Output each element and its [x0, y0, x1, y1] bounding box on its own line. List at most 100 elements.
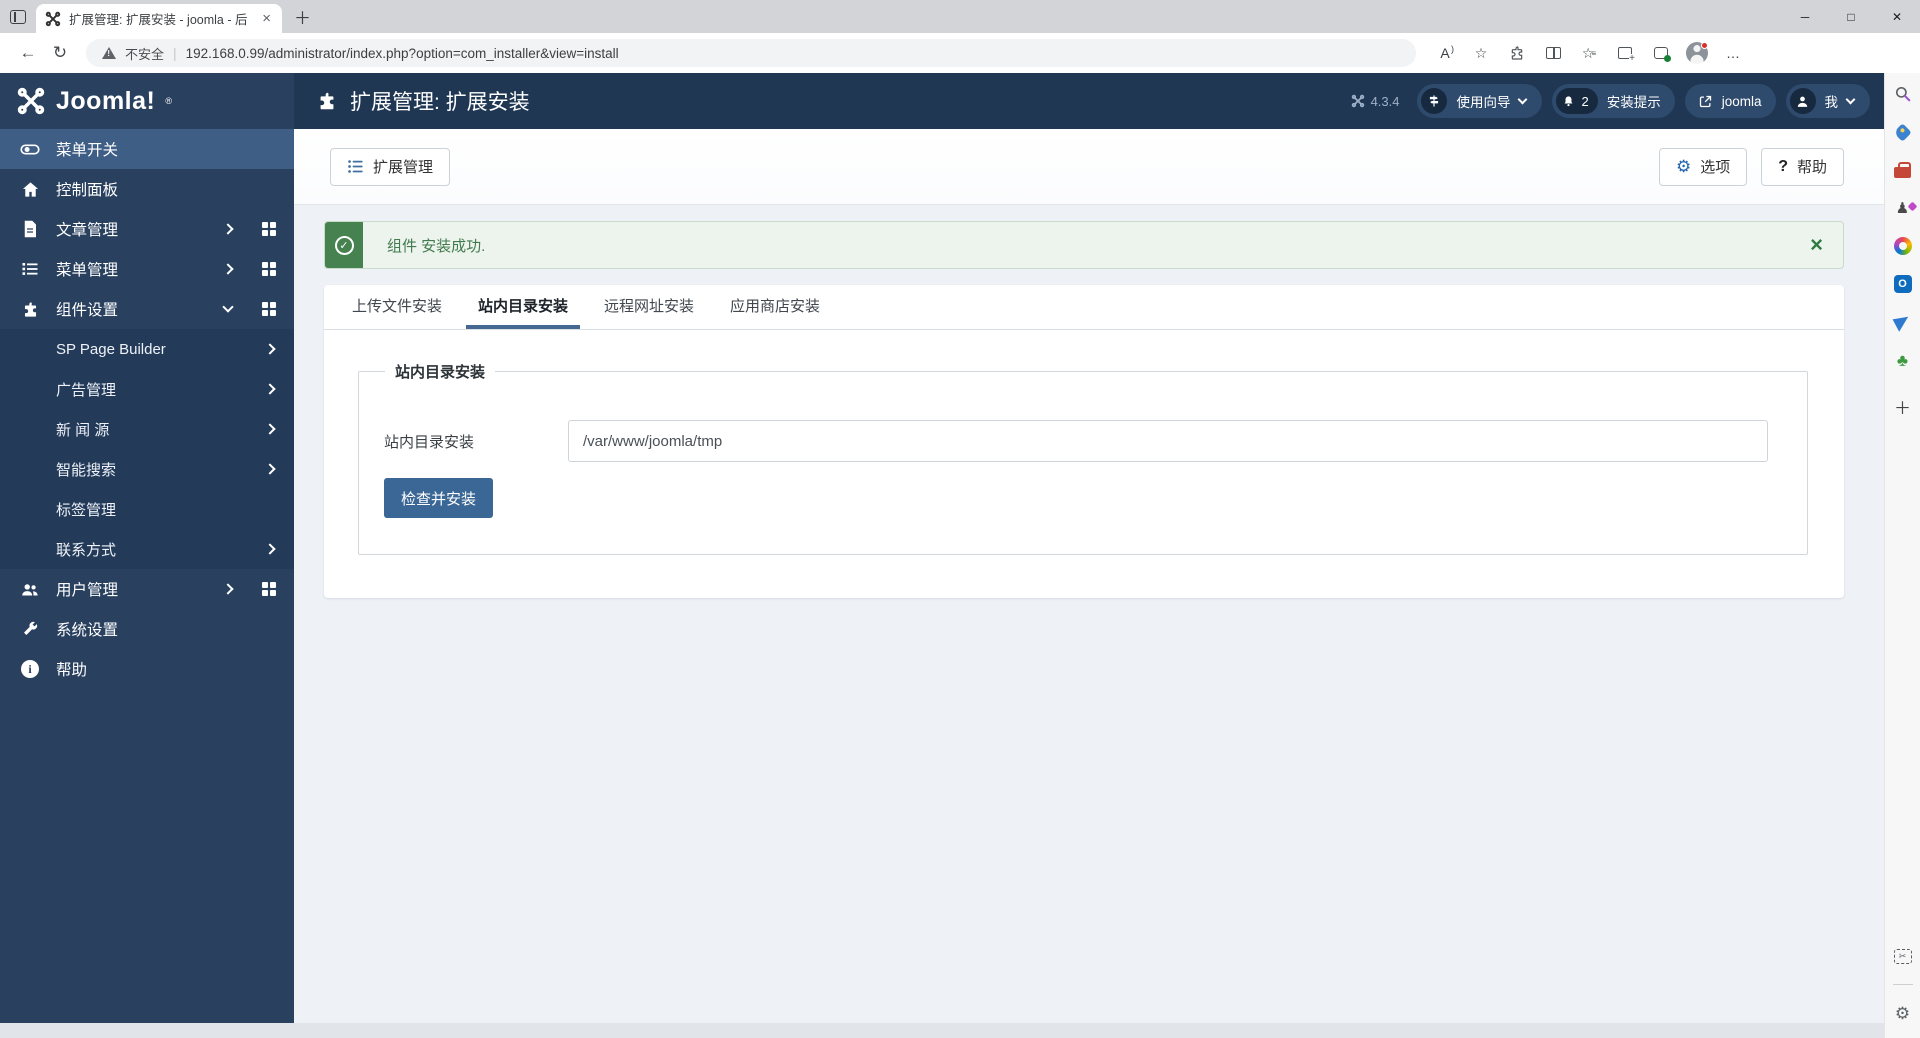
extension-manager-button[interactable]: 扩展管理 — [330, 147, 451, 186]
tree-icon[interactable]: ♣ — [1885, 341, 1920, 379]
alert-close-icon[interactable]: × — [1810, 234, 1823, 256]
sidebar-item-label: 文章管理 — [56, 222, 119, 239]
security-label: 不安全 — [125, 46, 165, 62]
new-tab-button[interactable]: ＋ — [294, 10, 311, 27]
screenshot-icon[interactable]: ✂ — [1885, 937, 1920, 975]
tab-install-from-folder[interactable]: 站内目录安装 — [466, 285, 581, 329]
tab-list-button[interactable] — [0, 0, 36, 33]
sidebar-subitem-label: 智能搜索 — [56, 461, 117, 479]
app-region: Joomla! ® 菜单开关 控制面板 文章管理 菜单管理 组件设置 SP Pa… — [0, 73, 1920, 1038]
m365-ring-glyph — [1893, 237, 1912, 255]
window-minimize-button[interactable]: ─ — [1782, 0, 1828, 33]
url-field[interactable]: 不安全 | 192.168.0.99/administrator/index.p… — [86, 39, 1416, 67]
browser-essentials-icon[interactable] — [1646, 39, 1676, 67]
chevron-right-icon — [222, 263, 234, 275]
outlook-glyph: O — [1893, 275, 1912, 293]
notification-dot — [1701, 42, 1708, 49]
joomla-version-icon — [1351, 94, 1364, 108]
chevron-right-icon — [264, 383, 276, 395]
divider — [1892, 984, 1913, 985]
info-icon — [20, 660, 40, 678]
sidebar-subitem-sp-page-builder[interactable]: SP Page Builder — [0, 329, 294, 369]
sidebar-item-components[interactable]: 组件设置 — [0, 289, 294, 329]
tab-title: 扩展管理: 扩展安装 - joomla - 后 — [69, 13, 248, 27]
chevron-right-icon — [222, 223, 234, 235]
grid-icon[interactable] — [262, 262, 276, 276]
options-button[interactable]: ⚙ 选项 — [1658, 147, 1748, 186]
guided-tour-button[interactable]: 使用向导 — [1417, 84, 1543, 118]
list-icon — [20, 260, 40, 278]
tab-install-from-url[interactable]: 远程网址安装 — [592, 285, 706, 329]
user-menu-button[interactable]: 我 — [1785, 84, 1870, 118]
grid-icon[interactable] — [262, 582, 276, 596]
joomla-logo[interactable]: Joomla! ® — [0, 73, 294, 129]
help-button[interactable]: ? 帮助 — [1761, 147, 1844, 186]
url-text: 192.168.0.99/administrator/index.php?opt… — [185, 45, 619, 61]
sidebar-item-system[interactable]: 系统设置 — [0, 609, 294, 649]
add-sidebar-item-icon[interactable]: ＋ — [1885, 389, 1920, 427]
tab-list-icon — [10, 9, 26, 24]
browser-menu-icon[interactable]: … — [1718, 39, 1748, 67]
collections-glyph — [1618, 47, 1635, 64]
grid-icon[interactable] — [262, 302, 276, 316]
sidebar-subitem-smart-search[interactable]: 智能搜索 — [0, 449, 294, 489]
sidebar-item-help[interactable]: 帮助 — [0, 649, 294, 689]
sidebar-item-menu-toggle[interactable]: 菜单开关 — [0, 129, 294, 169]
browser-tab[interactable]: 扩展管理: 扩展安装 - joomla - 后 × — [36, 4, 282, 33]
puzzle-icon — [20, 300, 40, 319]
sidebar-subitem-news-feeds[interactable]: 新 闻 源 — [0, 409, 294, 449]
read-aloud-icon[interactable]: A — [1430, 39, 1460, 67]
not-secure-warning-icon — [102, 47, 116, 59]
split-screen-icon[interactable] — [1538, 39, 1568, 67]
bell-badge: 2 — [1556, 88, 1598, 114]
user-icon — [1789, 88, 1816, 114]
sidebar-item-label: 菜单开关 — [56, 142, 119, 159]
sidebar-item-menus[interactable]: 菜单管理 — [0, 249, 294, 289]
joomla-favicon-icon — [45, 11, 61, 27]
browser-essentials-glyph — [1654, 47, 1671, 62]
options-label: 选项 — [1700, 159, 1731, 176]
url-divider: | — [173, 45, 177, 61]
page-content: ✓ 组件 安装成功. × 上传文件安装 站内目录安装 远程网址安装 应用商店安装… — [294, 205, 1884, 1038]
sidebar-subitem-tags[interactable]: 标签管理 — [0, 489, 294, 529]
gear-glyph: ⚙ — [1894, 1003, 1911, 1023]
tab-close-icon[interactable]: × — [260, 11, 273, 26]
grid-icon[interactable] — [262, 222, 276, 236]
sidebar-subitem-contacts[interactable]: 联系方式 — [0, 529, 294, 569]
tab-upload-package[interactable]: 上传文件安装 — [340, 285, 454, 329]
wrench-icon — [20, 620, 40, 638]
drop-icon[interactable] — [1885, 303, 1920, 341]
collections-icon[interactable] — [1610, 39, 1640, 67]
preview-site-button[interactable]: joomla — [1684, 84, 1776, 118]
window-controls: ─ □ ✕ — [1782, 0, 1920, 33]
outlook-icon[interactable]: O — [1885, 265, 1920, 303]
sidebar-item-label: 系统设置 — [56, 622, 119, 639]
screen: 扩展管理: 扩展安装 - joomla - 后 × ＋ ─ □ ✕ ← ↻ 不安… — [0, 0, 1920, 1038]
tab-install-from-web[interactable]: 应用商店安装 — [718, 285, 832, 329]
microsoft-365-icon[interactable] — [1885, 227, 1920, 265]
window-maximize-button[interactable]: □ — [1828, 0, 1874, 33]
post-install-messages-button[interactable]: 2 安装提示 — [1552, 84, 1675, 118]
refresh-button[interactable]: ↻ — [44, 43, 76, 63]
search-icon[interactable] — [1885, 75, 1920, 113]
sidebar-settings-icon[interactable]: ⚙ — [1885, 994, 1920, 1032]
sidebar-subitem-label: 联系方式 — [56, 541, 117, 559]
tools-icon[interactable] — [1885, 151, 1920, 189]
sidebar-item-users[interactable]: 用户管理 — [0, 569, 294, 609]
sidebar-item-control-panel[interactable]: 控制面板 — [0, 169, 294, 209]
install-folder-input[interactable] — [568, 420, 1768, 462]
list-icon — [348, 160, 363, 173]
back-button[interactable]: ← — [12, 43, 44, 63]
favorite-star-icon[interactable]: ☆ — [1466, 39, 1496, 67]
sidebar-subitem-banners[interactable]: 广告管理 — [0, 369, 294, 409]
profile-avatar[interactable] — [1682, 39, 1712, 67]
favorites-bar-icon[interactable]: ☆ ≡ — [1574, 39, 1604, 67]
games-icon[interactable]: ♟ — [1885, 189, 1920, 227]
sidebar-item-articles[interactable]: 文章管理 — [0, 209, 294, 249]
chevron-down-icon — [222, 301, 234, 313]
joomla-logo-text: Joomla! — [56, 86, 156, 115]
extensions-icon[interactable] — [1502, 39, 1532, 67]
shopping-icon[interactable] — [1885, 113, 1920, 151]
window-close-button[interactable]: ✕ — [1874, 0, 1920, 33]
check-and-install-button[interactable]: 检查并安装 — [384, 478, 494, 518]
